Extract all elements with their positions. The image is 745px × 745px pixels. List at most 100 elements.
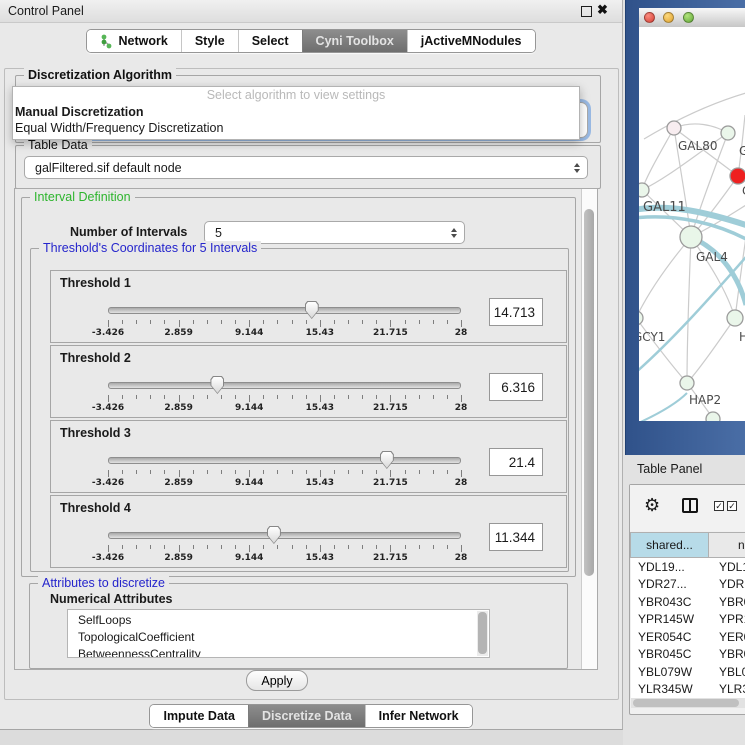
tab-infer-network[interactable]: Infer Network bbox=[365, 705, 472, 727]
tab-label: Impute Data bbox=[163, 709, 235, 723]
interval-definition-group: Interval Definition Number of Intervals … bbox=[21, 197, 576, 577]
threshold-value-field[interactable]: 6.316 bbox=[489, 373, 543, 401]
settings-vertical-scrollbar[interactable] bbox=[581, 189, 597, 669]
table-horizontal-scrollbar[interactable] bbox=[631, 698, 745, 708]
table-row[interactable]: YLR345WYLR3 bbox=[631, 681, 745, 699]
slider-track[interactable] bbox=[108, 457, 461, 464]
slider-thumb[interactable] bbox=[210, 376, 224, 394]
tick-mark bbox=[122, 470, 123, 474]
tab-cyni-toolbox[interactable]: Cyni Toolbox bbox=[302, 30, 407, 52]
network-node[interactable] bbox=[730, 168, 745, 184]
table-row[interactable]: YPR145WYPR1 bbox=[631, 611, 745, 629]
attribute-item-betweennesscentrality[interactable]: BetweennessCentrality bbox=[68, 646, 489, 658]
node-label-gal11: GAL11 bbox=[643, 200, 686, 215]
attribute-item-selfloops[interactable]: SelfLoops bbox=[68, 612, 489, 629]
tick-mark bbox=[249, 545, 250, 552]
scrollbar-thumb[interactable] bbox=[478, 612, 487, 654]
network-edge-highlighted bbox=[691, 237, 745, 305]
split-columns-icon[interactable] bbox=[682, 498, 698, 513]
tab-network[interactable]: Network bbox=[87, 30, 180, 52]
cell-name: YER0 bbox=[714, 630, 745, 644]
node-label-gal80: GAL80 bbox=[678, 139, 717, 153]
table-row[interactable]: YER054CYER0 bbox=[631, 628, 745, 646]
threshold-slider[interactable]: -3.4262.8599.14415.4321.71528 bbox=[108, 532, 461, 562]
slider-track[interactable] bbox=[108, 307, 461, 314]
algorithm-popup: Select algorithm to view settings Manual… bbox=[12, 86, 580, 140]
tab-discretize-data[interactable]: Discretize Data bbox=[248, 705, 365, 727]
close-traffic-light-icon[interactable] bbox=[644, 12, 655, 23]
tick-mark bbox=[334, 545, 335, 549]
checkbox-icon[interactable]: ✓ bbox=[714, 501, 724, 511]
popup-option-manual-discretization[interactable]: Manual Discretization bbox=[13, 104, 579, 120]
tick-mark bbox=[306, 470, 307, 474]
tab-jactivemnodules[interactable]: jActiveMNodules bbox=[407, 30, 535, 52]
tick-mark bbox=[376, 545, 377, 549]
tab-select[interactable]: Select bbox=[238, 30, 302, 52]
close-icon[interactable]: ✖ bbox=[597, 2, 608, 18]
threshold-slider[interactable]: -3.4262.8599.14415.4321.71528 bbox=[108, 457, 461, 487]
column-header-name[interactable]: name bbox=[709, 532, 745, 558]
checkbox-icon[interactable]: ✓ bbox=[727, 501, 737, 511]
network-edge bbox=[639, 318, 687, 383]
gear-icon[interactable]: ⚙ bbox=[644, 495, 660, 516]
threshold-value-field[interactable]: 11.344 bbox=[489, 523, 543, 551]
network-node[interactable] bbox=[727, 310, 743, 326]
threshold-slider[interactable]: -3.4262.8599.14415.4321.71528 bbox=[108, 307, 461, 337]
tick-mark bbox=[292, 545, 293, 549]
network-node[interactable] bbox=[680, 226, 702, 248]
table-row[interactable]: YBL079WYBL0 bbox=[631, 663, 745, 681]
tick-mark bbox=[306, 395, 307, 399]
apply-button[interactable]: Apply bbox=[246, 670, 308, 691]
table-row[interactable]: YBR043CYBR0 bbox=[631, 593, 745, 611]
settings-scroll-area: Interval Definition Number of Intervals … bbox=[14, 188, 598, 670]
network-canvas[interactable]: GAL80GCGAL11GAL4GCY1HHAP2 bbox=[639, 27, 745, 421]
slider-track[interactable] bbox=[108, 382, 461, 389]
network-node[interactable] bbox=[721, 126, 735, 140]
cell-name: YDL1 bbox=[714, 560, 745, 574]
tab-impute-data[interactable]: Impute Data bbox=[150, 705, 248, 727]
float-window-icon[interactable] bbox=[581, 6, 592, 17]
tick-label: 2.859 bbox=[164, 328, 192, 338]
tab-style[interactable]: Style bbox=[181, 30, 238, 52]
slider-thumb[interactable] bbox=[267, 526, 281, 544]
network-node[interactable] bbox=[639, 183, 649, 197]
tab-label: Discretize Data bbox=[262, 709, 352, 723]
tick-mark bbox=[320, 320, 321, 327]
discretization-algorithm-label: Discretization Algorithm bbox=[24, 68, 176, 82]
minimize-traffic-light-icon[interactable] bbox=[663, 12, 674, 23]
attributes-list-scrollbar[interactable] bbox=[477, 611, 488, 656]
network-window-titlebar[interactable] bbox=[639, 8, 745, 28]
zoom-traffic-light-icon[interactable] bbox=[683, 12, 694, 23]
cell-shared-name: YDR27... bbox=[631, 577, 714, 591]
slider-thumb[interactable] bbox=[305, 301, 319, 319]
tick-label: 15.43 bbox=[306, 478, 334, 488]
table-data-combo[interactable]: galFiltered.sif default node bbox=[24, 156, 588, 179]
tick-mark bbox=[348, 470, 349, 474]
network-node[interactable] bbox=[706, 412, 720, 421]
slider-thumb[interactable] bbox=[380, 451, 394, 469]
tick-mark bbox=[235, 545, 236, 549]
tick-mark bbox=[376, 320, 377, 324]
scrollbar-thumb[interactable] bbox=[584, 209, 594, 576]
column-header-shared-name[interactable]: shared... bbox=[630, 532, 709, 558]
tick-mark bbox=[461, 395, 462, 402]
table-row[interactable]: YBR045CYBR0 bbox=[631, 646, 745, 664]
table-row[interactable]: YDL19...YDL1 bbox=[631, 558, 745, 576]
threshold-value-field[interactable]: 14.713 bbox=[489, 298, 543, 326]
tick-mark bbox=[376, 395, 377, 399]
scrollbar-thumb[interactable] bbox=[633, 699, 739, 707]
tick-label: 2.859 bbox=[164, 553, 192, 563]
slider-track[interactable] bbox=[108, 532, 461, 539]
popup-option-equal-width[interactable]: Equal Width/Frequency Discretization bbox=[13, 120, 579, 136]
tick-mark bbox=[150, 470, 151, 474]
threshold-slider[interactable]: -3.4262.8599.14415.4321.71528 bbox=[108, 382, 461, 412]
tick-mark bbox=[207, 470, 208, 474]
attribute-item-topologicalcoefficient[interactable]: TopologicalCoefficient bbox=[68, 629, 489, 646]
threshold-value-field[interactable]: 21.4 bbox=[489, 448, 543, 476]
network-node[interactable] bbox=[639, 311, 643, 325]
table-row[interactable]: YDR27...YDR2 bbox=[631, 576, 745, 594]
network-node[interactable] bbox=[667, 121, 681, 135]
tick-label: 28 bbox=[455, 553, 468, 563]
network-node[interactable] bbox=[680, 376, 694, 390]
bottom-tab-bar: Impute Data Discretize Data Infer Network bbox=[0, 704, 622, 728]
